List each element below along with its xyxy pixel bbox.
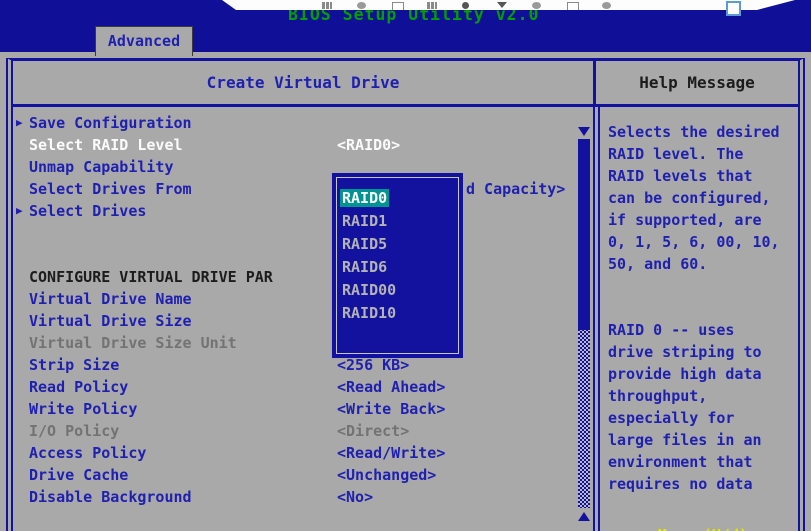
dropdown-option[interactable]: RAID0: [337, 187, 458, 210]
help-text-line: requires no data: [608, 473, 794, 495]
list-item[interactable]: Virtual Drive Name: [13, 288, 593, 310]
item-label: Save Configuration: [29, 114, 192, 132]
item-label: I/O Policy: [29, 422, 119, 440]
toolbar-grid-icon[interactable]: [322, 2, 332, 9]
help-text-line: provide high data: [608, 363, 794, 385]
dropdown-option-label: RAID5: [342, 235, 387, 253]
scrollbar-track[interactable]: [578, 139, 590, 508]
list-item[interactable]: I/O Policy <Direct>: [13, 420, 593, 442]
dropdown-option-label: RAID00: [342, 281, 396, 299]
scroll-arrow-up-icon[interactable]: [578, 512, 590, 521]
tab-advanced[interactable]: Advanced: [95, 26, 193, 56]
list-item[interactable]: Disable Background <No>: [13, 486, 593, 508]
item-label: Select Drives: [29, 202, 146, 220]
list-item: [13, 222, 593, 244]
help-text-line: can be configured,: [608, 187, 794, 209]
help-more-indicator: More (U/d): [658, 526, 748, 531]
item-label: Select Drives From: [29, 180, 192, 198]
dropdown-option-label: RAID6: [342, 258, 387, 276]
item-label: Strip Size: [29, 356, 119, 374]
dropdown-option[interactable]: RAID10: [337, 302, 458, 325]
toolbar-circle-icon[interactable]: [357, 2, 366, 9]
item-value: <Read/Write>: [337, 442, 445, 464]
help-text-line: RAID level. The: [608, 143, 794, 165]
help-text-line: 0, 1, 5, 6, 00, 10,: [608, 231, 794, 253]
list-item[interactable]: Strip Size<256 KB>: [13, 354, 593, 376]
toolbar-rect-icon[interactable]: [392, 2, 404, 11]
item-value: <Direct>: [337, 420, 409, 442]
item-label: Drive Cache: [29, 466, 128, 484]
list-item[interactable]: Unmap Capability: [13, 156, 593, 178]
item-value: <Read Ahead>: [337, 376, 445, 398]
help-text-line: RAID levels that: [608, 165, 794, 187]
item-value: d Capacity>: [466, 178, 565, 200]
settings-list: ▶ Save Configuration Select RAID Level <RAI…: [13, 107, 593, 531]
dropdown-option[interactable]: RAID5: [337, 233, 458, 256]
raid-level-dropdown: RAID0 RAID1 RAID5 RAID6 RAID00 RAID10: [332, 173, 463, 358]
item-label: Read Policy: [29, 378, 128, 396]
help-panel-title: Help Message: [593, 61, 798, 107]
help-text-line: especially for: [608, 407, 794, 429]
list-item[interactable]: Write Policy <Write Back>: [13, 398, 593, 420]
submenu-arrow-icon: ▶: [16, 200, 23, 222]
help-text-line: [608, 297, 794, 319]
kvm-toolbar: [222, 0, 795, 10]
bios-setup-screen: BIOS Setup Utility v2.0 Advanced Create …: [0, 0, 811, 531]
help-text-line: if supported, are: [608, 209, 794, 231]
item-label: Unmap Capability: [29, 158, 174, 176]
raid-level-dropdown-list: RAID0 RAID1 RAID5 RAID6 RAID00 RAID10: [336, 177, 459, 354]
item-label: Access Policy: [29, 444, 146, 462]
item-label: Virtual Drive Name: [29, 290, 192, 308]
scrollbar-thumb[interactable]: [578, 139, 590, 330]
item-value: <RAID0>: [337, 134, 400, 156]
list-item[interactable]: Drive Cache <Unchanged>: [13, 464, 593, 486]
item-label: Virtual Drive Size: [29, 312, 192, 330]
list-item: [13, 244, 593, 266]
dropdown-option-selected-label: RAID0: [340, 189, 389, 207]
dropdown-option[interactable]: RAID1: [337, 210, 458, 233]
toolbar-dot-icon[interactable]: [462, 2, 469, 9]
item-value: <Unchanged>: [337, 464, 436, 486]
list-item[interactable]: ▶ Save Configuration: [13, 112, 593, 134]
dropdown-option[interactable]: RAID6: [337, 256, 458, 279]
help-text-line: Selects the desired: [608, 121, 794, 143]
list-item[interactable]: Read Policy <Read Ahead>: [13, 376, 593, 398]
help-text-line: throughput,: [608, 385, 794, 407]
item-label: Write Policy: [29, 400, 137, 418]
help-text-line: drive striping to: [608, 341, 794, 363]
toolbar-circle-icon[interactable]: [532, 2, 541, 9]
dropdown-option-label: RAID10: [342, 304, 396, 322]
item-label: CONFIGURE VIRTUAL DRIVE PAR: [29, 268, 273, 286]
help-panel: Selects the desiredRAID level. TheRAID l…: [593, 107, 798, 531]
page-title: Create Virtual Drive: [13, 61, 593, 107]
item-label: Select RAID Level: [29, 136, 183, 154]
submenu-arrow-icon: ▶: [16, 112, 23, 134]
help-text-line: [608, 275, 794, 297]
list-item[interactable]: Select RAID Level <RAID0>: [13, 134, 593, 156]
item-label: Disable Background: [29, 488, 192, 506]
item-label: Virtual Drive Size Unit: [29, 334, 237, 352]
toolbar-circle-icon[interactable]: [602, 2, 611, 9]
dropdown-option-label: RAID1: [342, 212, 387, 230]
list-item: CONFIGURE VIRTUAL DRIVE PAR: [13, 266, 593, 288]
list-item[interactable]: Virtual Drive Size Unit: [13, 332, 593, 354]
toolbar-rect-icon[interactable]: [567, 2, 579, 11]
item-value: <Write Back>: [337, 398, 445, 420]
list-item[interactable]: Select Drives From d Capacity>: [13, 178, 593, 200]
list-item[interactable]: ▶ Select Drives: [13, 200, 593, 222]
help-text-line: environment that: [608, 451, 794, 473]
list-item[interactable]: Access Policy <Read/Write>: [13, 442, 593, 464]
toolbar-blue-square-icon[interactable]: [726, 1, 741, 16]
item-value: <No>: [337, 486, 373, 508]
help-text-line: large files in an: [608, 429, 794, 451]
list-item[interactable]: Virtual Drive Size: [13, 310, 593, 332]
toolbar-triangle-icon[interactable]: [497, 2, 507, 8]
dropdown-option[interactable]: RAID00: [337, 279, 458, 302]
scroll-arrow-down-icon[interactable]: [578, 127, 590, 136]
help-text-line: 50, and 60.: [608, 253, 794, 275]
toolbar-grid-icon[interactable]: [427, 2, 437, 9]
help-text-line: RAID 0 -- uses: [608, 319, 794, 341]
help-text: Selects the desiredRAID level. TheRAID l…: [608, 121, 794, 495]
